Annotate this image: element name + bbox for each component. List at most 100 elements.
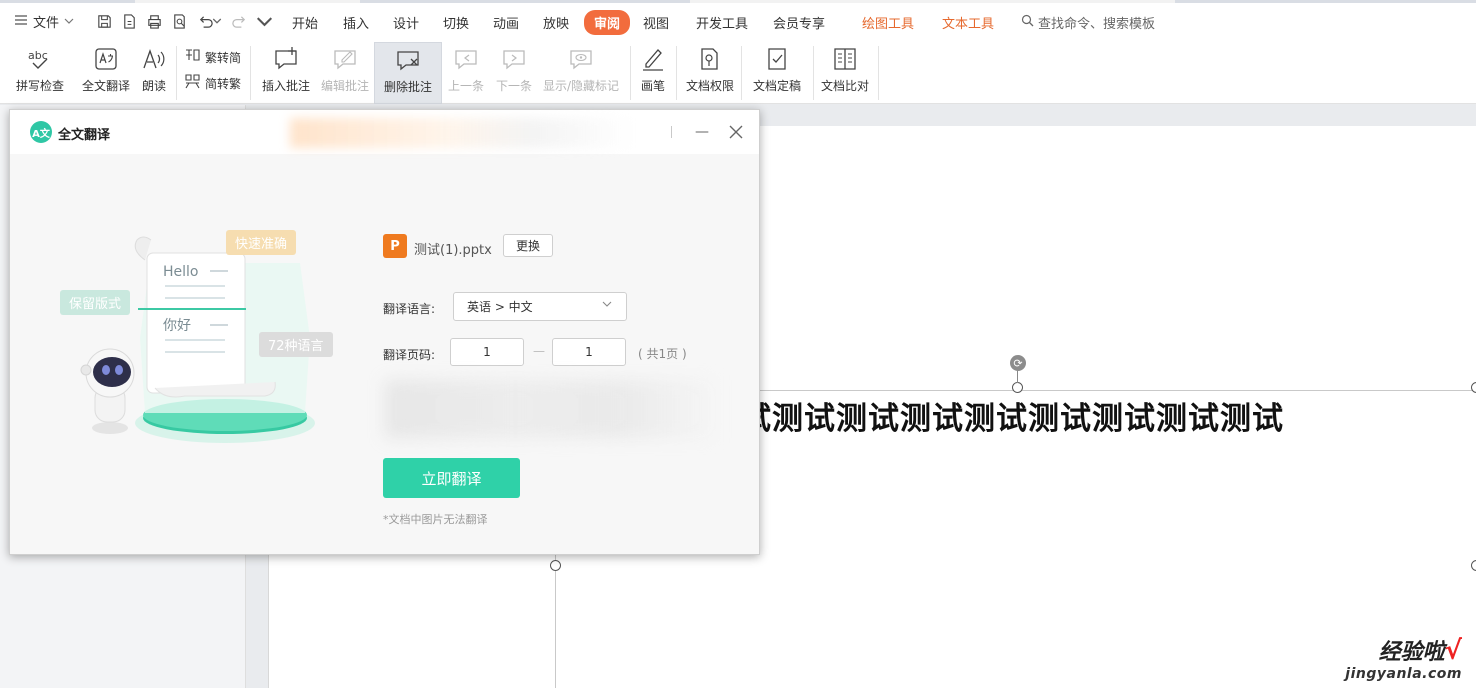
simp-to-trad-button[interactable]: 简转繁 <box>184 73 241 93</box>
dialog-title: 全文翻译 <box>58 128 111 143</box>
translate-now-button[interactable]: 立即翻译 <box>383 458 520 498</box>
resize-handle-left[interactable] <box>550 560 561 571</box>
chevron-down-icon <box>602 300 612 311</box>
read-aloud-button[interactable]: 朗读 <box>138 42 170 104</box>
previous-comment-icon <box>453 42 479 72</box>
full-translate-label: 全文翻译 <box>81 79 130 93</box>
previous-comment-label: 上一条 <box>447 79 484 93</box>
svg-text:abc: abc <box>28 49 48 62</box>
tab-view[interactable]: 视图 <box>643 13 669 32</box>
search-icon <box>1021 14 1034 31</box>
edit-comment-button[interactable]: 编辑批注 <box>317 42 373 104</box>
delete-comment-icon <box>395 43 421 73</box>
ribbon-separator <box>630 46 631 100</box>
edit-comment-label: 编辑批注 <box>320 79 369 93</box>
rotation-stem <box>1017 370 1018 383</box>
language-select-value: 英语 > 中文 <box>467 300 533 314</box>
close-icon[interactable] <box>726 122 746 142</box>
resize-handle-top-right[interactable] <box>1471 382 1476 393</box>
delete-comment-label: 删除批注 <box>383 80 432 94</box>
spell-check-icon: abc <box>27 42 53 72</box>
slide-text-box[interactable]: 试测试测试测试测试测试测试测试测试 <box>740 393 1284 438</box>
save-icon[interactable] <box>94 11 114 31</box>
trad-to-simp-button[interactable]: 繁转简 <box>184 47 241 67</box>
insert-comment-button[interactable]: 插入批注 <box>258 42 314 104</box>
ribbon-separator <box>676 46 677 100</box>
trad-to-simp-icon <box>184 47 201 67</box>
resize-handle-right[interactable] <box>1471 560 1476 571</box>
tab-animation[interactable]: 动画 <box>493 13 519 32</box>
doc-compare-button[interactable]: 文档比对 <box>818 42 872 104</box>
edit-comment-icon <box>332 42 358 72</box>
next-comment-label: 下一条 <box>495 79 532 93</box>
ribbon-separator <box>878 46 879 100</box>
tab-insert[interactable]: 插入 <box>343 13 369 32</box>
full-translate-dialog: A文 全文翻译 — Hello 你好 快速准确 保留版式 72种语言 P 测试(… <box>9 109 760 555</box>
page-to-input[interactable]: 1 <box>552 338 626 366</box>
resize-handle-top[interactable] <box>1012 382 1023 393</box>
watermark-cn: 经验啦 <box>1378 639 1445 665</box>
delete-comment-button[interactable]: 删除批注 <box>374 42 442 104</box>
redo-icon[interactable] <box>229 11 249 31</box>
pen-button[interactable]: 画笔 <box>636 42 670 104</box>
customize-toolbar-icon[interactable] <box>254 11 274 31</box>
change-file-button[interactable]: 更换 <box>503 234 553 257</box>
tab-text-tools[interactable]: 文本工具 <box>942 13 994 32</box>
watermark: 经验啦√ jingyanla.com <box>1345 634 1462 682</box>
file-menu-label: 文件 <box>33 16 60 31</box>
page-total: ( 共1页 ) <box>638 347 687 361</box>
tab-transition[interactable]: 切换 <box>443 13 469 32</box>
show-hide-marks-button[interactable]: 显示/隐藏标记 <box>540 42 622 104</box>
spell-check-label: 拼写检查 <box>15 79 64 93</box>
doc-compare-label: 文档比对 <box>820 79 869 93</box>
pen-icon <box>640 42 666 72</box>
lock-doc-icon <box>697 42 723 72</box>
language-select[interactable]: 英语 > 中文 <box>453 292 627 321</box>
page-range-dash: — <box>533 344 545 358</box>
simp-to-trad-icon <box>184 73 201 93</box>
read-aloud-label: 朗读 <box>141 79 166 93</box>
tab-slideshow[interactable]: 放映 <box>543 13 569 32</box>
tab-review[interactable]: 审阅 <box>584 10 631 35</box>
print-preview-icon[interactable] <box>169 11 189 31</box>
ribbon-separator <box>741 46 742 100</box>
next-comment-button[interactable]: 下一条 <box>492 42 536 104</box>
watermark-check: √ <box>1444 636 1462 666</box>
review-ribbon: abc 拼写检查 全文翻译 朗读 繁转简 简转繁 插入批注 编辑批注 删除批注 … <box>0 42 1476 104</box>
tab-developer[interactable]: 开发工具 <box>696 13 748 32</box>
ribbon-separator <box>250 46 251 100</box>
command-search-placeholder: 查找命令、搜索模板 <box>1038 17 1156 32</box>
pages-label: 翻译页码: <box>383 348 436 362</box>
tab-design[interactable]: 设计 <box>393 13 419 32</box>
full-translate-button[interactable]: 全文翻译 <box>80 42 132 104</box>
blurred-region <box>385 380 715 438</box>
minimize-button[interactable]: — <box>694 122 710 142</box>
print-icon[interactable] <box>144 11 164 31</box>
compare-doc-icon <box>832 42 858 72</box>
tab-home[interactable]: 开始 <box>292 13 318 32</box>
top-stripe <box>0 0 1476 3</box>
export-pdf-icon[interactable] <box>119 11 139 31</box>
titlebar-separator <box>671 126 672 138</box>
finalize-doc-icon <box>764 42 790 72</box>
previous-comment-button[interactable]: 上一条 <box>444 42 488 104</box>
tag-fast-accurate: 快速准确 <box>226 230 297 255</box>
tab-drawing-tools[interactable]: 绘图工具 <box>862 13 914 32</box>
blurred-region <box>290 118 635 148</box>
trad-to-simp-label: 繁转简 <box>205 50 242 65</box>
dialog-titlebar[interactable]: A文 全文翻译 — <box>10 110 759 154</box>
doc-finalize-button[interactable]: 文档定稿 <box>746 42 808 104</box>
undo-dropdown-icon[interactable] <box>212 11 222 31</box>
file-name: 测试(1).pptx <box>414 243 492 258</box>
command-search[interactable]: 查找命令、搜索模板 <box>1021 13 1155 32</box>
tab-member[interactable]: 会员专享 <box>773 13 825 32</box>
spell-check-button[interactable]: abc 拼写检查 <box>8 42 72 104</box>
page-from-input[interactable]: 1 <box>450 338 524 366</box>
illustration-hello: Hello <box>163 264 199 280</box>
file-menu[interactable]: 文件 <box>14 12 74 31</box>
ribbon-separator <box>176 46 177 100</box>
rotate-icon[interactable]: ⟳ <box>1010 355 1026 371</box>
doc-permission-label: 文档权限 <box>685 79 734 93</box>
insert-comment-icon <box>273 42 299 72</box>
doc-permission-button[interactable]: 文档权限 <box>684 42 736 104</box>
